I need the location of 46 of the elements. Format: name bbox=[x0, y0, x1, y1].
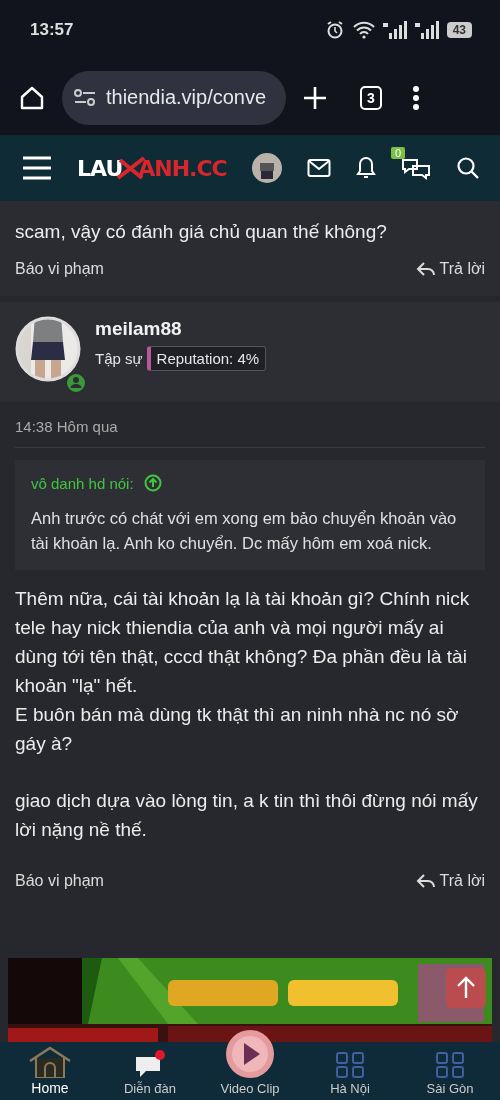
post-text: Thêm nữa, cái tài khoản lạ là tài khoản gì? Chính nick tele hay nick thiendia của anh và mọi người mấy ai dùng tới tên thật, cccd thật không? Đa phần đều là tài khoản "lạ" hết. E buôn bán mà dùng tk thật thì an ninh nhà nc nó sờ gáy à? bbox=[15, 587, 471, 756]
reply-link[interactable]: Trả lời bbox=[439, 872, 485, 890]
scroll-to-top-button[interactable] bbox=[446, 968, 486, 1008]
conversations-icon[interactable] bbox=[400, 156, 431, 180]
clock-time: 13:57 bbox=[30, 20, 74, 40]
nav-tab[interactable]: Sài Gòn bbox=[405, 1051, 495, 1096]
grid-icon[interactable] bbox=[335, 1051, 365, 1079]
report-link[interactable]: Báo vi phạm bbox=[15, 260, 104, 278]
quote-author[interactable]: vô danh hd nói: bbox=[31, 474, 134, 492]
new-tab-icon[interactable] bbox=[302, 84, 328, 111]
nav-tab[interactable]: Diễn đàn bbox=[105, 1049, 195, 1096]
username-link[interactable]: meilam88 bbox=[95, 318, 267, 340]
report-link[interactable]: Báo vi phạm bbox=[15, 872, 104, 890]
jump-to-quote-icon[interactable] bbox=[143, 474, 162, 492]
user-rank: Tập sự bbox=[95, 350, 143, 367]
grid-icon[interactable] bbox=[435, 1051, 465, 1079]
reply-link[interactable]: Trả lời bbox=[439, 260, 485, 278]
tab-count-button[interactable]: 3 bbox=[360, 85, 382, 110]
url-text[interactable]: thiendia.vip/conve bbox=[106, 86, 267, 109]
search-icon[interactable] bbox=[455, 156, 480, 180]
battery-level: 43 bbox=[446, 22, 472, 38]
nav-tab[interactable]: Home bbox=[5, 1046, 95, 1096]
nav-tab[interactable]: Video Clip bbox=[205, 1029, 295, 1096]
chat-bubble-icon[interactable] bbox=[134, 1049, 166, 1079]
reputation-badge: Reputation: 4% bbox=[146, 346, 267, 371]
address-bar[interactable]: thiendia.vip/conve bbox=[62, 70, 286, 125]
reply-icon[interactable] bbox=[415, 261, 436, 277]
post-text: scam, vậy có đánh giá chủ quan thế không? bbox=[15, 220, 388, 244]
menu-icon[interactable] bbox=[22, 155, 52, 181]
play-icon[interactable] bbox=[225, 1029, 275, 1079]
bell-icon[interactable] bbox=[355, 156, 376, 180]
mail-icon[interactable] bbox=[306, 158, 331, 178]
reply-icon[interactable] bbox=[415, 873, 436, 889]
signal-icon bbox=[414, 21, 439, 39]
wifi-icon bbox=[352, 21, 375, 39]
site-logo[interactable]: LAU ANH.CC bbox=[77, 155, 227, 181]
more-menu-icon[interactable] bbox=[411, 84, 420, 111]
unread-count: 0 bbox=[390, 147, 405, 159]
signal-icon bbox=[382, 21, 407, 39]
user-avatar[interactable] bbox=[251, 153, 282, 183]
post-text: giao dịch dựa vào lòng tin, a k tin thì thôi đừng nói mấy lời nặng nề thế. bbox=[15, 789, 479, 842]
nav-tab[interactable]: Hà Nội bbox=[305, 1051, 395, 1096]
house-icon[interactable] bbox=[28, 1046, 72, 1078]
post-time[interactable]: 14:38 Hôm qua bbox=[15, 402, 485, 448]
quote-text: Anh trước có chát với em xong em bảo chuyển khoản vào tài khoản lạ. Anh ko chuyển. Dc mấy hôm em xoá nick. bbox=[31, 508, 458, 554]
site-settings-icon[interactable] bbox=[74, 88, 96, 107]
